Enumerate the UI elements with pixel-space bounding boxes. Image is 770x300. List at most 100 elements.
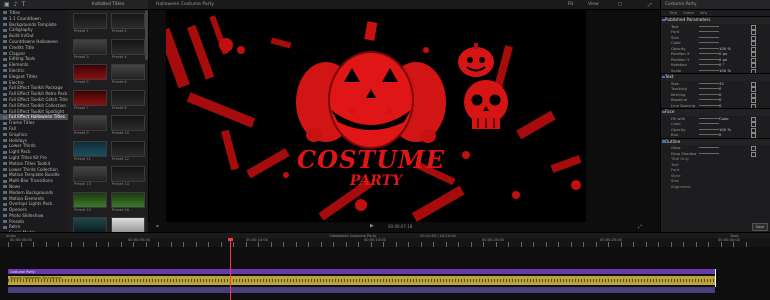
library-item-label: Presets: [9, 218, 25, 224]
title-preset[interactable]: Preset 12: [111, 140, 145, 163]
ruler-label: 00:00:10:00: [246, 238, 268, 242]
folder-icon: [3, 173, 7, 177]
param-slider[interactable]: [699, 147, 719, 149]
param-slider[interactable]: [699, 82, 719, 84]
title-preset[interactable]: Preset 16: [111, 191, 145, 214]
title-preset[interactable]: Preset 2: [111, 13, 145, 35]
inspector-section-header[interactable]: Outline: [661, 137, 770, 145]
playhead-handle[interactable]: [228, 238, 233, 241]
title-preset[interactable]: Preset 18: [111, 217, 145, 232]
param-label: Position Y: [671, 56, 690, 62]
inspector-lower-row[interactable]: Alignment: [661, 184, 770, 190]
title-preset[interactable]: Preset 17: [73, 217, 107, 232]
param-slider[interactable]: [699, 25, 719, 27]
title-preset[interactable]: Preset 8: [111, 89, 145, 112]
section-enable-checkbox[interactable]: [662, 110, 665, 113]
param-slider[interactable]: [699, 31, 719, 33]
param-slider[interactable]: [699, 99, 719, 101]
view-menu[interactable]: View: [588, 2, 599, 7]
preset-thumbnail: Preset 18: [111, 217, 145, 232]
text-icon[interactable]: T: [22, 1, 26, 8]
title-preset[interactable]: Preset 1: [73, 13, 107, 35]
title-browser: Installed Titles Preset 1 Preset 2 Preset …: [68, 0, 149, 232]
library-item-label: Electric: [9, 67, 25, 73]
save-preset-button[interactable]: Save: [752, 223, 768, 231]
param-slider[interactable]: [699, 123, 719, 125]
library-item-label: Fall Effect Toolkit Glitch Title: [9, 96, 68, 102]
section-enable-checkbox[interactable]: [662, 140, 665, 143]
param-label: Color: [671, 121, 681, 126]
title-preset[interactable]: Preset 7: [73, 89, 107, 112]
param-slider[interactable]: [699, 53, 719, 55]
param-slider[interactable]: [699, 117, 719, 119]
title-clip[interactable]: Costume Party: [8, 269, 715, 274]
library-item-label: Graphics: [9, 131, 28, 137]
title-preset[interactable]: Preset 4: [111, 38, 145, 61]
zoom-menu[interactable]: Fit: [568, 2, 573, 7]
section-enable-checkbox[interactable]: [662, 75, 665, 78]
param-slider[interactable]: [699, 88, 719, 90]
param-slider[interactable]: [699, 128, 719, 130]
preset-thumbnail: Preset 14: [111, 166, 145, 186]
param-slider[interactable]: [699, 36, 719, 38]
library-item-label: Motion Template Bundle: [9, 172, 60, 178]
play-icon[interactable]: ▶: [370, 223, 374, 229]
browser-scrollbar[interactable]: [145, 10, 148, 60]
folder-icon: [3, 185, 7, 189]
fullscreen-icon[interactable]: ⤢: [648, 2, 652, 8]
title-preset[interactable]: Preset 14: [111, 166, 145, 188]
library-item-label: Fall Effect Toolkit Spotlight: [9, 108, 65, 114]
audio-clip-label: Spooky Halloween Soundtrack: [10, 276, 62, 280]
inspector-section-header[interactable]: Face: [661, 108, 770, 116]
viewer-icon[interactable]: ▢: [618, 2, 622, 7]
folder-icon: [3, 202, 7, 206]
param-label: Font: [671, 29, 680, 34]
param-slider[interactable]: [699, 152, 719, 154]
param-slider[interactable]: [699, 42, 719, 44]
folder-icon: [3, 214, 7, 218]
title-preset[interactable]: Preset 3: [73, 38, 107, 61]
preset-caption: Preset 6: [112, 80, 127, 84]
music-icon[interactable]: ♪: [14, 1, 18, 8]
param-slider[interactable]: [699, 58, 719, 60]
transform-icon[interactable]: ⌗: [156, 224, 159, 230]
param-slider[interactable]: [699, 93, 719, 95]
param-slider[interactable]: [699, 134, 719, 136]
preset-thumbnail: Preset 13: [73, 166, 107, 186]
audio-clip[interactable]: Spooky Halloween Soundtrack: [8, 276, 715, 285]
title-preset[interactable]: Preset 6: [111, 64, 145, 86]
playhead[interactable]: [230, 238, 231, 300]
fullscreen-play-icon[interactable]: ⤢: [638, 224, 642, 230]
folder-icon: [3, 225, 7, 229]
folder-icon: [3, 40, 7, 44]
folder-icon: [3, 57, 7, 61]
timecode-display: 00:00:07:18: [388, 224, 413, 229]
background-clip[interactable]: [8, 287, 715, 293]
title-preset[interactable]: Preset 9: [73, 115, 107, 137]
film-icon[interactable]: ▣: [4, 1, 10, 8]
preset-thumbnail: Preset 3: [73, 38, 107, 59]
library-item-label: Multi-Blur Transitions: [9, 178, 53, 184]
section-title: Text: [665, 74, 674, 79]
inspector-section-header[interactable]: Text: [661, 73, 770, 81]
library-item-label: Credits Title: [9, 44, 35, 50]
title-preset[interactable]: Preset 10: [111, 115, 145, 137]
param-label: Opacity: [671, 126, 686, 132]
folder-icon: [3, 196, 7, 200]
ruler-label: 00:00:30:00: [718, 238, 740, 242]
inspector-section-header[interactable]: Published Parameters: [661, 16, 770, 24]
timeline-tracks: Costume Party Spooky Halloween Soundtrac…: [0, 247, 770, 300]
param-slider[interactable]: [699, 104, 719, 106]
clip-end-edge[interactable]: [715, 269, 716, 287]
preset-caption: Preset 10: [112, 131, 129, 135]
param-slider[interactable]: [699, 69, 719, 71]
title-preset[interactable]: Preset 15: [73, 191, 107, 214]
section-enable-checkbox[interactable]: [662, 18, 665, 21]
param-slider[interactable]: [699, 47, 719, 49]
title-preset[interactable]: Preset 13: [73, 166, 107, 188]
library-item-label: Overlays Lights Pack: [9, 201, 53, 207]
title-preset[interactable]: Preset 11: [73, 140, 107, 163]
title-preset[interactable]: Preset 5: [73, 64, 107, 86]
param-slider[interactable]: [699, 64, 719, 66]
folder-icon: [3, 167, 7, 171]
